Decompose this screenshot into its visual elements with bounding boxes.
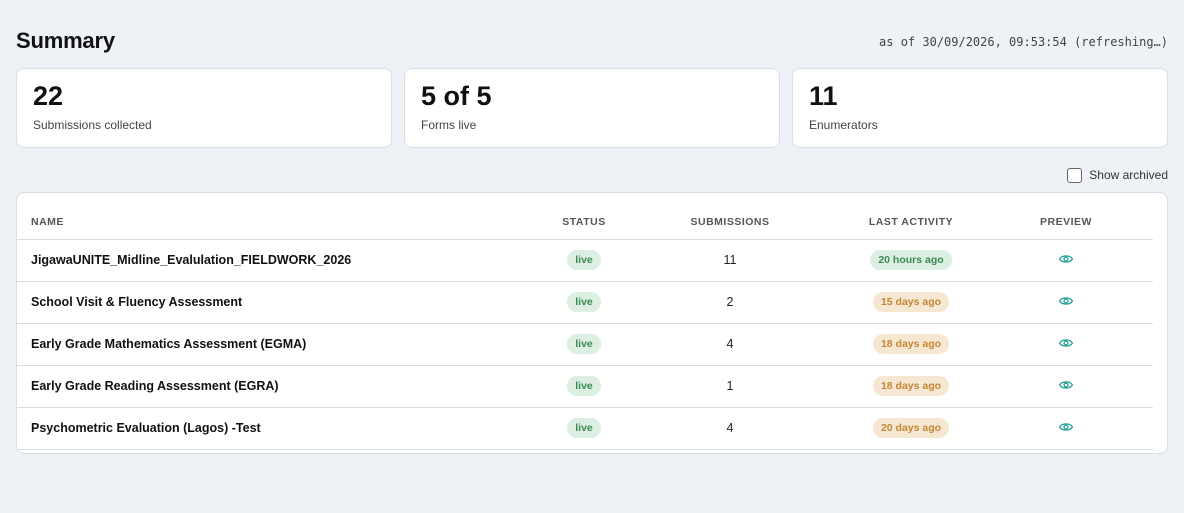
- last-activity-cell: 18 days ago: [843, 365, 979, 408]
- form-name[interactable]: Early Grade Mathematics Assessment (EGMA…: [17, 323, 551, 366]
- status-badge: live: [567, 376, 601, 396]
- status-badge: live: [567, 418, 601, 438]
- forms-table: Name Status Submissions Last activity Pr…: [17, 193, 1153, 450]
- submissions-count: 2: [617, 281, 843, 324]
- form-name[interactable]: JigawaUNITE_Midline_Evalulation_FIELDWOR…: [17, 239, 551, 282]
- stat-value: 22: [33, 81, 64, 111]
- status-badge: live: [567, 334, 601, 354]
- eye-icon[interactable]: [1058, 421, 1074, 433]
- table-row[interactable]: School Visit & Fluency Assessment live 2…: [17, 281, 1153, 324]
- stat-card-submissions: 22 Submissions collected: [16, 68, 392, 148]
- show-archived-toggle[interactable]: Show archived: [1067, 166, 1168, 184]
- column-header-last-activity: Last activity: [843, 193, 979, 240]
- page-title: Summary: [16, 28, 115, 53]
- last-activity-cell: 18 days ago: [843, 323, 979, 366]
- eye-icon[interactable]: [1058, 337, 1074, 349]
- status-cell: live: [551, 281, 617, 324]
- last-activity-cell: 15 days ago: [843, 281, 979, 324]
- submissions-count: 4: [617, 407, 843, 450]
- table-header-row: Name Status Submissions Last activity Pr…: [17, 193, 1153, 240]
- stat-label: Forms live: [421, 118, 477, 132]
- table-row[interactable]: Psychometric Evaluation (Lagos) -Test li…: [17, 407, 1153, 450]
- eye-icon[interactable]: [1058, 295, 1074, 307]
- form-name[interactable]: Early Grade Reading Assessment (EGRA): [17, 365, 551, 408]
- preview-cell: [979, 281, 1153, 324]
- submissions-count: 11: [617, 239, 843, 282]
- show-archived-checkbox[interactable]: [1067, 167, 1083, 183]
- submissions-count: 4: [617, 323, 843, 366]
- last-activity-badge: 18 days ago: [872, 376, 950, 396]
- status-badge: live: [567, 250, 601, 270]
- preview-cell: [979, 407, 1153, 450]
- status-cell: live: [551, 407, 617, 450]
- stat-value: 11: [809, 81, 838, 111]
- eye-icon[interactable]: [1058, 379, 1074, 391]
- stats-row: 22 Submissions collected 5 of 5 Forms li…: [16, 68, 1168, 148]
- preview-cell: [979, 239, 1153, 282]
- stat-card-forms: 5 of 5 Forms live: [404, 68, 780, 148]
- form-name[interactable]: Psychometric Evaluation (Lagos) -Test: [17, 407, 551, 450]
- preview-cell: [979, 365, 1153, 408]
- last-activity-badge: 18 days ago: [872, 334, 950, 354]
- status-cell: live: [551, 239, 617, 282]
- last-activity-badge: 20 days ago: [872, 418, 950, 438]
- last-activity-cell: 20 days ago: [843, 407, 979, 450]
- last-activity-badge: 20 hours ago: [870, 250, 952, 270]
- table-row[interactable]: JigawaUNITE_Midline_Evalulation_FIELDWOR…: [17, 239, 1153, 282]
- last-activity-cell: 20 hours ago: [843, 239, 979, 282]
- column-header-submissions: Submissions: [617, 193, 843, 240]
- form-name[interactable]: School Visit & Fluency Assessment: [17, 281, 551, 324]
- status-cell: live: [551, 323, 617, 366]
- table-row[interactable]: Early Grade Reading Assessment (EGRA) li…: [17, 365, 1153, 408]
- last-activity-badge: 15 days ago: [872, 292, 950, 312]
- submissions-count: 1: [617, 365, 843, 408]
- preview-cell: [979, 323, 1153, 366]
- stat-label: Submissions collected: [33, 118, 152, 132]
- stat-card-enumerators: 11 Enumerators: [792, 68, 1168, 148]
- table-row[interactable]: Early Grade Mathematics Assessment (EGMA…: [17, 323, 1153, 366]
- stat-label: Enumerators: [809, 118, 878, 132]
- forms-table-panel: Name Status Submissions Last activity Pr…: [16, 192, 1168, 454]
- column-header-preview: Preview: [979, 193, 1153, 240]
- stat-value: 5 of 5: [421, 81, 492, 111]
- column-header-name: Name: [17, 193, 551, 240]
- status-badge: live: [567, 292, 601, 312]
- show-archived-label: Show archived: [1089, 168, 1168, 182]
- eye-icon[interactable]: [1058, 253, 1074, 265]
- header: Summary as of 30/09/2026, 09:53:54 (refr…: [16, 26, 1168, 56]
- status-cell: live: [551, 365, 617, 408]
- as-of-timestamp: as of 30/09/2026, 09:53:54 (refreshing…): [879, 35, 1168, 49]
- column-header-status: Status: [551, 193, 617, 240]
